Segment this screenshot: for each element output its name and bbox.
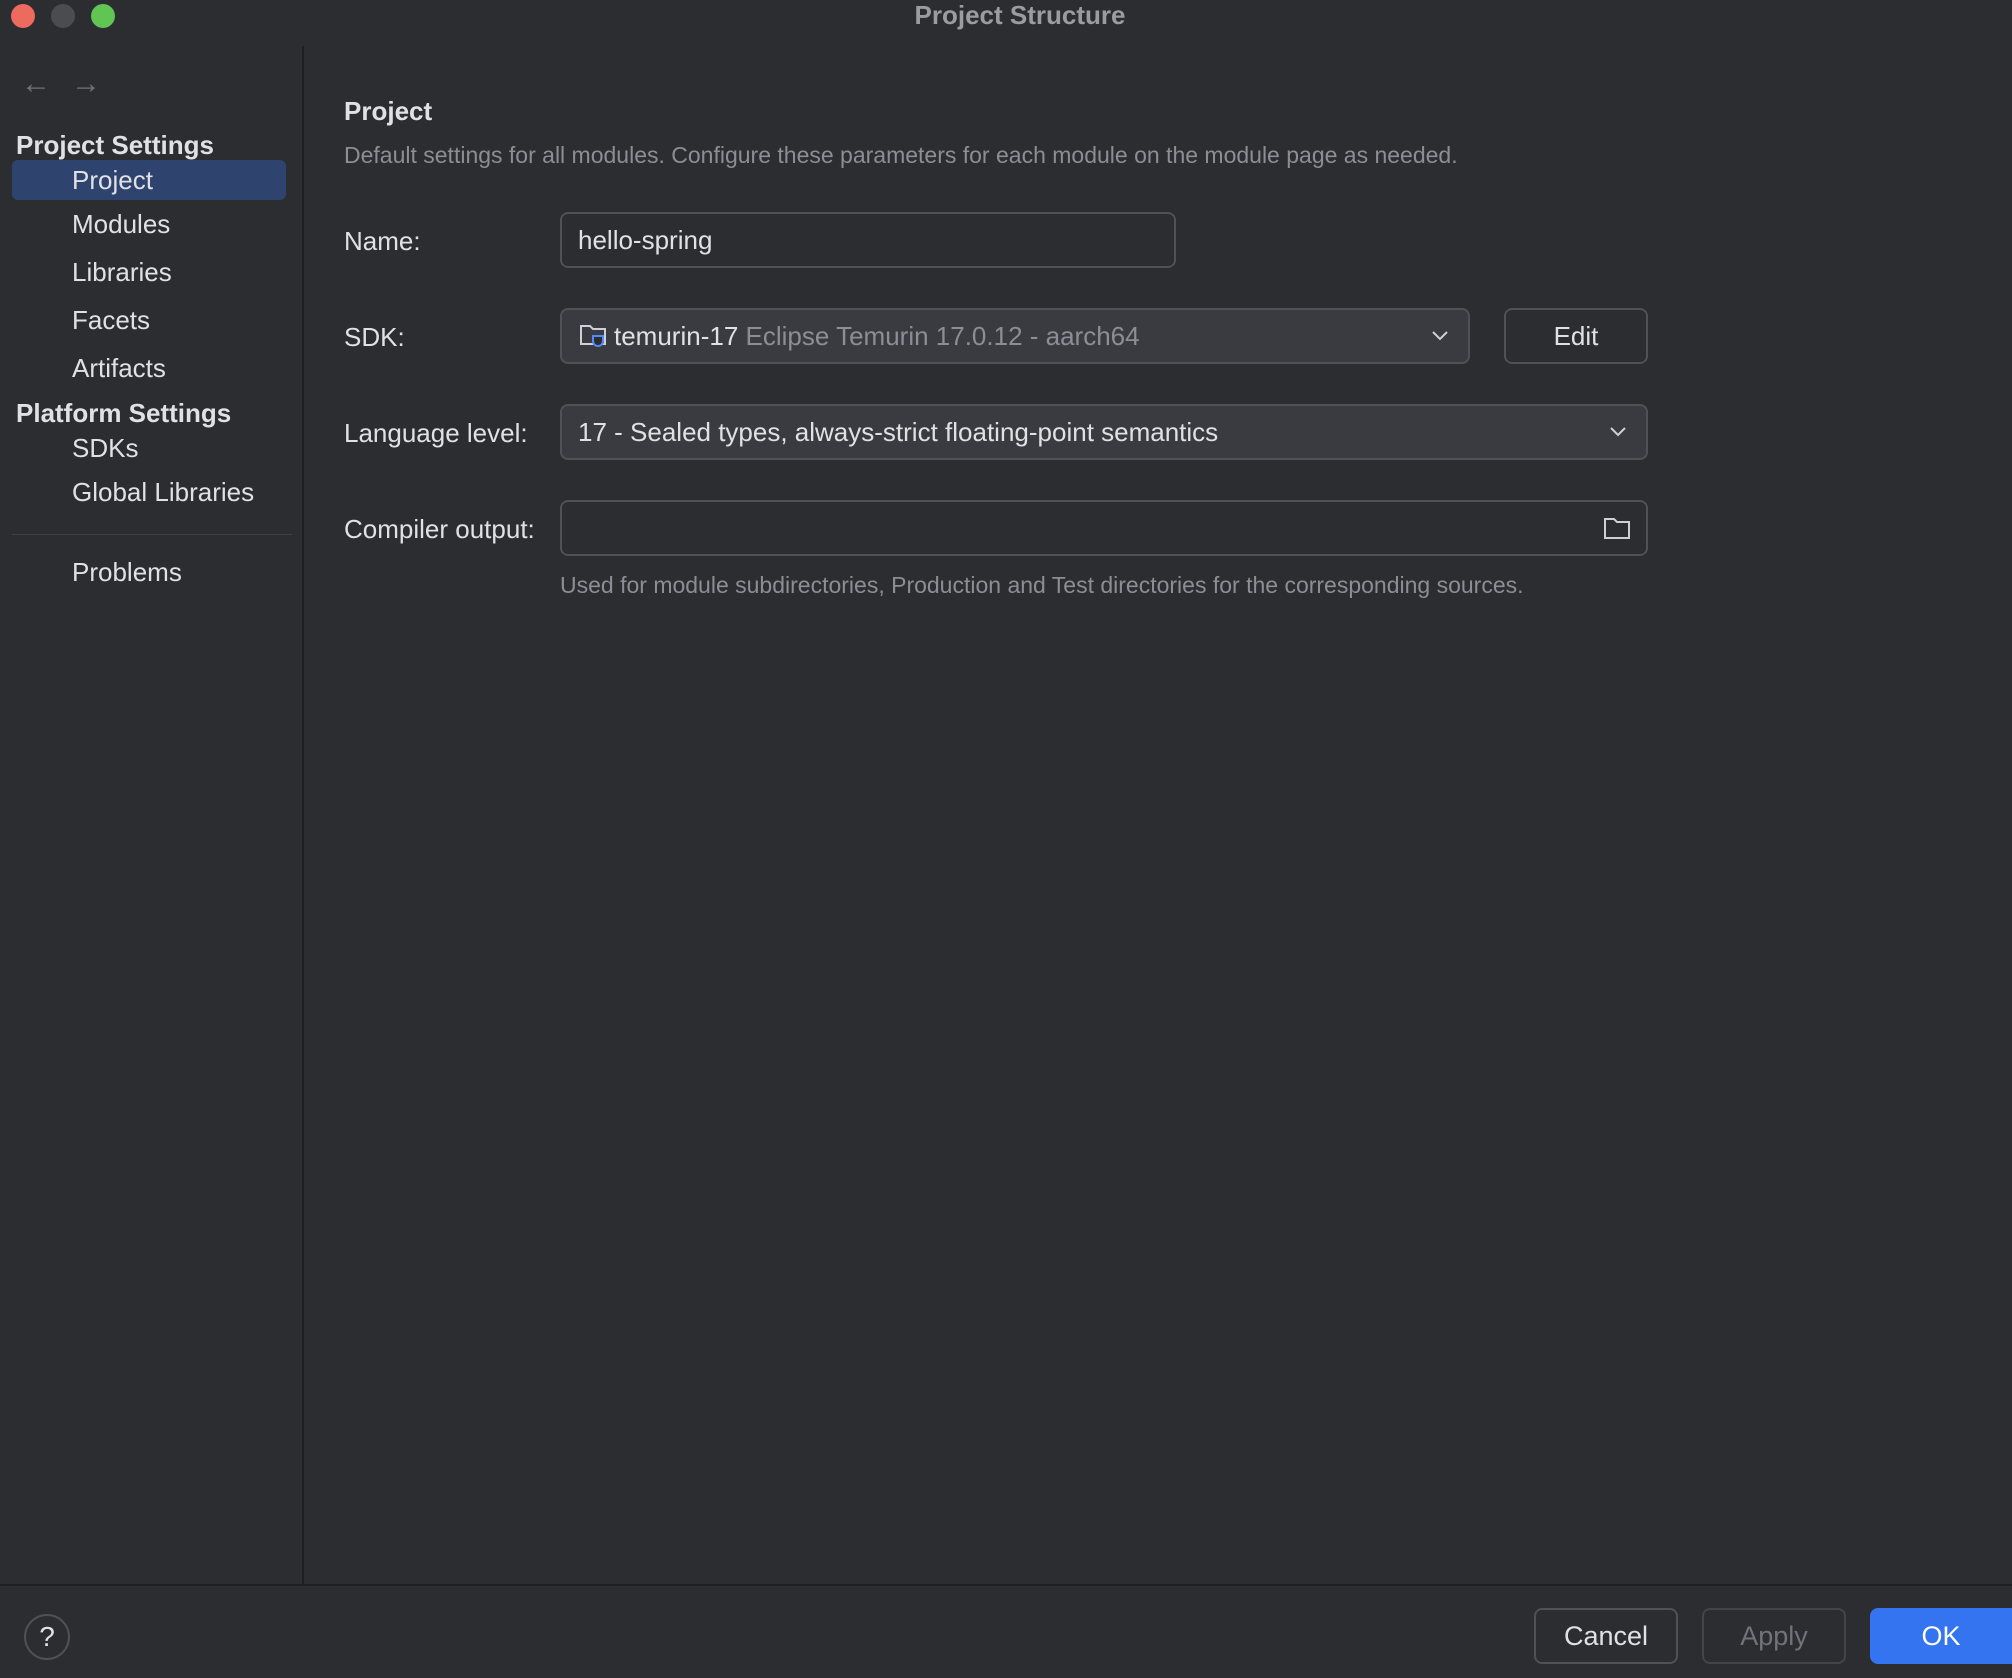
name-input[interactable]: [560, 212, 1176, 268]
sidebar-item-facets[interactable]: Facets: [12, 300, 286, 340]
sidebar-item-label: Project: [72, 165, 153, 195]
language-level-label: Language level:: [344, 418, 528, 448]
sidebar-item-label: Problems: [72, 557, 182, 587]
browse-folder-icon[interactable]: [1602, 514, 1632, 542]
sidebar-item-problems[interactable]: Problems: [12, 552, 286, 592]
sidebar-item-label: Artifacts: [72, 353, 166, 383]
sidebar-item-libraries[interactable]: Libraries: [12, 252, 286, 292]
sdk-combobox[interactable]: temurin-17 Eclipse Temurin 17.0.12 - aar…: [560, 308, 1470, 364]
chevron-down-icon: [1610, 427, 1626, 437]
sdk-label: SDK:: [344, 322, 405, 352]
sdk-folder-icon: [580, 325, 606, 347]
platform-settings-heading: Platform Settings: [16, 398, 232, 428]
name-label: Name:: [344, 226, 421, 256]
sidebar-item-global-libraries[interactable]: Global Libraries: [12, 472, 286, 512]
cancel-button[interactable]: Cancel: [1534, 1608, 1678, 1664]
compiler-output-input[interactable]: [560, 500, 1648, 556]
forward-arrow-icon[interactable]: →: [68, 66, 104, 102]
sidebar-item-label: Global Libraries: [72, 477, 255, 507]
sidebar-item-label: Libraries: [72, 257, 172, 287]
sidebar: ← → Project Settings Project Modules Libr…: [0, 46, 304, 1584]
dialog-footer: ? Cancel Apply OK: [0, 1584, 2012, 1678]
help-button[interactable]: ?: [24, 1614, 70, 1660]
compiler-output-hint: Used for module subdirectories, Producti…: [560, 572, 1524, 598]
sdk-name: temurin-17: [614, 321, 739, 351]
sidebar-item-label: Modules: [72, 209, 171, 239]
back-arrow-icon[interactable]: ←: [18, 66, 54, 102]
compiler-output-label: Compiler output:: [344, 514, 535, 544]
language-level-combobox[interactable]: 17 - Sealed types, always-strict floatin…: [560, 404, 1648, 460]
sidebar-item-modules[interactable]: Modules: [12, 204, 286, 244]
sidebar-item-artifacts[interactable]: Artifacts: [12, 348, 286, 388]
page-description: Default settings for all modules. Config…: [344, 142, 1458, 168]
project-settings-heading: Project Settings: [16, 130, 214, 160]
project-settings-panel: Project Default settings for all modules…: [344, 0, 1984, 1580]
page-title: Project: [344, 96, 433, 126]
sidebar-item-label: Facets: [72, 305, 151, 335]
history-nav: ← →: [18, 66, 118, 102]
sidebar-item-project[interactable]: Project: [12, 160, 286, 200]
ok-button[interactable]: OK: [1870, 1608, 2012, 1664]
sdk-detail: Eclipse Temurin 17.0.12 - aarch64: [745, 321, 1140, 351]
sidebar-divider: [12, 534, 292, 535]
sidebar-item-sdks[interactable]: SDKs: [12, 428, 286, 468]
sdk-edit-button[interactable]: Edit: [1504, 308, 1648, 364]
project-structure-dialog: Project Structure ← → Project Settings Pr…: [0, 0, 2012, 1678]
language-level-value: 17 - Sealed types, always-strict floatin…: [578, 417, 1219, 447]
apply-button[interactable]: Apply: [1702, 1608, 1846, 1664]
sidebar-item-label: SDKs: [72, 433, 139, 463]
chevron-down-icon: [1432, 331, 1448, 341]
